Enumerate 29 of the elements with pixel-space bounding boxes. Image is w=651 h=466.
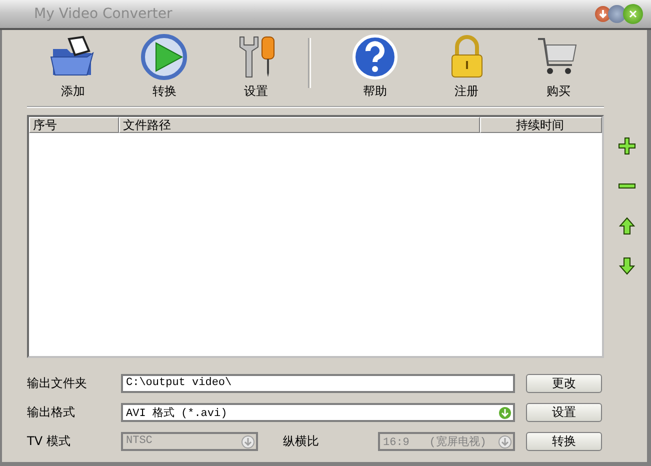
field-label: 纵横比 — [282, 432, 320, 450]
toolbar-label[interactable]: 购买 — [546, 83, 570, 100]
arrow-up-icon[interactable] — [618, 217, 636, 235]
change-button[interactable]: 更改 — [526, 374, 602, 392]
column-header[interactable]: 持续时间 — [480, 117, 602, 133]
settings-button[interactable]: 设置 — [526, 402, 602, 422]
folder-field[interactable]: C:\output video\ — [121, 374, 515, 392]
field-label: 输出格式 — [27, 404, 76, 420]
add-icon[interactable] — [618, 137, 636, 155]
dropdown-icon[interactable] — [498, 406, 512, 420]
field-label: TV 模式 — [27, 432, 72, 450]
convert-button[interactable]: 转换 — [526, 432, 602, 450]
field-label: 输出文件夹 — [27, 374, 88, 392]
arrow-down-icon[interactable] — [618, 257, 636, 275]
format-dropdown[interactable]: AVI 格式 (*.avi) — [121, 402, 515, 422]
toolbar-label[interactable]: 转换 — [152, 83, 176, 100]
close-icon[interactable] — [628, 9, 638, 19]
help-icon[interactable] — [351, 33, 400, 81]
toolbar-label[interactable]: 帮助 — [363, 83, 388, 100]
maximize-button[interactable] — [608, 5, 626, 23]
window-title: My Video Converter — [34, 6, 174, 22]
toolbar-label[interactable]: 注册 — [454, 83, 479, 100]
minimize-button[interactable] — [595, 6, 611, 22]
close-button[interactable] — [623, 4, 643, 24]
toolbar-label[interactable]: 添加 — [60, 83, 85, 100]
play-icon[interactable] — [140, 33, 188, 81]
toolbar-label[interactable]: 设置 — [244, 83, 268, 100]
column-header[interactable]: 序号 — [29, 117, 119, 133]
column-header[interactable]: 文件路径 — [119, 117, 480, 133]
